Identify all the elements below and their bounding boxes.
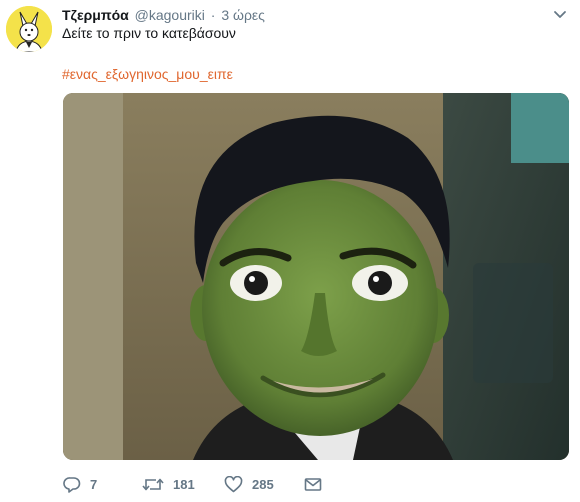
envelope-icon	[304, 477, 322, 491]
hashtag-link[interactable]: #ενας_εξωγηινος_μου_ειπε	[62, 65, 233, 83]
avatar[interactable]	[6, 6, 52, 52]
reply-icon	[63, 476, 81, 493]
tweet-text: Δείτε το πριν το κατεβάσουν	[62, 25, 236, 41]
heart-icon	[224, 475, 243, 492]
retweet-count: 181	[173, 476, 195, 492]
retweet-button[interactable]: 181	[142, 474, 224, 494]
reply-count: 7	[90, 476, 98, 492]
display-name[interactable]: Τζερμπόα	[62, 7, 129, 23]
tweet-actions: 7 181 285	[63, 474, 324, 494]
direct-message-button[interactable]	[304, 474, 324, 494]
separator-dot: ·	[210, 7, 216, 23]
chevron-down-icon[interactable]	[552, 8, 568, 22]
reply-button[interactable]: 7	[63, 474, 142, 494]
photo-image	[63, 93, 569, 460]
tweet-card[interactable]: Τζερμπόα @kagouriki · 3 ώρες Δείτε το πρ…	[0, 0, 580, 502]
like-button[interactable]: 285	[224, 474, 304, 494]
timestamp[interactable]: 3 ώρες	[221, 7, 265, 23]
kangaroo-avatar-icon	[6, 6, 52, 52]
user-handle[interactable]: @kagouriki	[135, 7, 205, 23]
like-count: 285	[252, 476, 274, 492]
tweet-header: Τζερμπόα @kagouriki · 3 ώρες	[62, 6, 265, 24]
tweet-photo[interactable]	[63, 93, 569, 460]
retweet-icon	[142, 478, 164, 490]
